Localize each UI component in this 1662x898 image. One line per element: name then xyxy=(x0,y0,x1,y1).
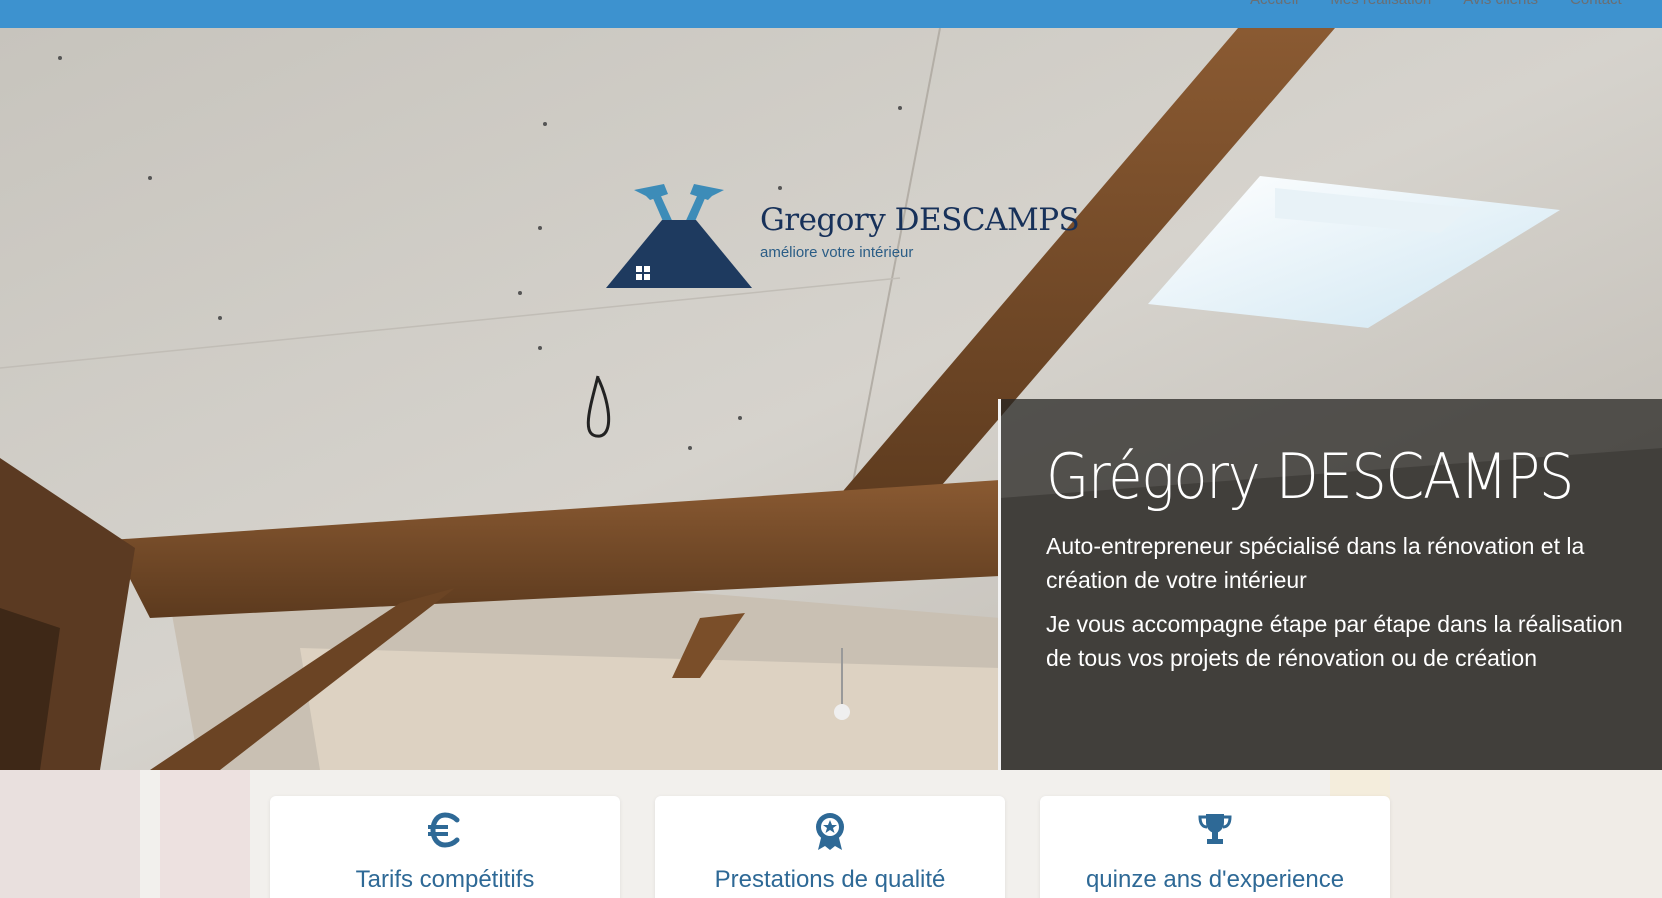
nav-link-realisations[interactable]: Mes réalisation xyxy=(1330,0,1431,8)
intro-heading: Grégory DESCAMPS xyxy=(1046,440,1574,513)
roof-hammers-icon xyxy=(606,184,752,288)
trophy-icon xyxy=(1198,814,1232,844)
nav-link-accueil[interactable]: Accueil xyxy=(1250,0,1298,8)
features-section: Tarifs compétitifs Prestations de qualit… xyxy=(0,770,1662,898)
nav-link-contact[interactable]: Contact xyxy=(1570,0,1622,8)
euro-icon xyxy=(428,812,460,848)
intro-description: Auto-entrepreneur spécialisé dans la rén… xyxy=(1046,533,1585,593)
intro-accompaniment: Je vous accompagne étape par étape dans … xyxy=(1046,611,1623,671)
intro-panel: Grégory DESCAMPS Auto-entrepreneur spéci… xyxy=(998,399,1662,770)
feature-label-quality: Prestations de qualité xyxy=(714,866,946,893)
award-badge-icon xyxy=(816,813,844,850)
feature-card-pricing: Tarifs compétitifs xyxy=(270,796,620,898)
logo-tagline: améliore votre intérieur xyxy=(760,244,914,261)
feature-label-pricing: Tarifs compétitifs xyxy=(355,866,535,893)
feature-label-experience: quinze ans d'experience xyxy=(1085,866,1345,893)
main-nav: Accueil Mes réalisation Avis clients Con… xyxy=(1250,0,1622,8)
logo-title: Gregory DESCAMPS xyxy=(760,202,1080,238)
feature-card-quality: Prestations de qualité xyxy=(655,796,1005,898)
brand-logo[interactable]: Gregory DESCAMPS améliore votre intérieu… xyxy=(606,184,1080,290)
top-nav-bar: Accueil Mes réalisation Avis clients Con… xyxy=(0,0,1662,28)
feature-card-experience: quinze ans d'experience xyxy=(1040,796,1390,898)
hero-section: Gregory DESCAMPS améliore votre intérieu… xyxy=(0,28,1662,770)
nav-link-avis-clients[interactable]: Avis clients xyxy=(1463,0,1538,8)
